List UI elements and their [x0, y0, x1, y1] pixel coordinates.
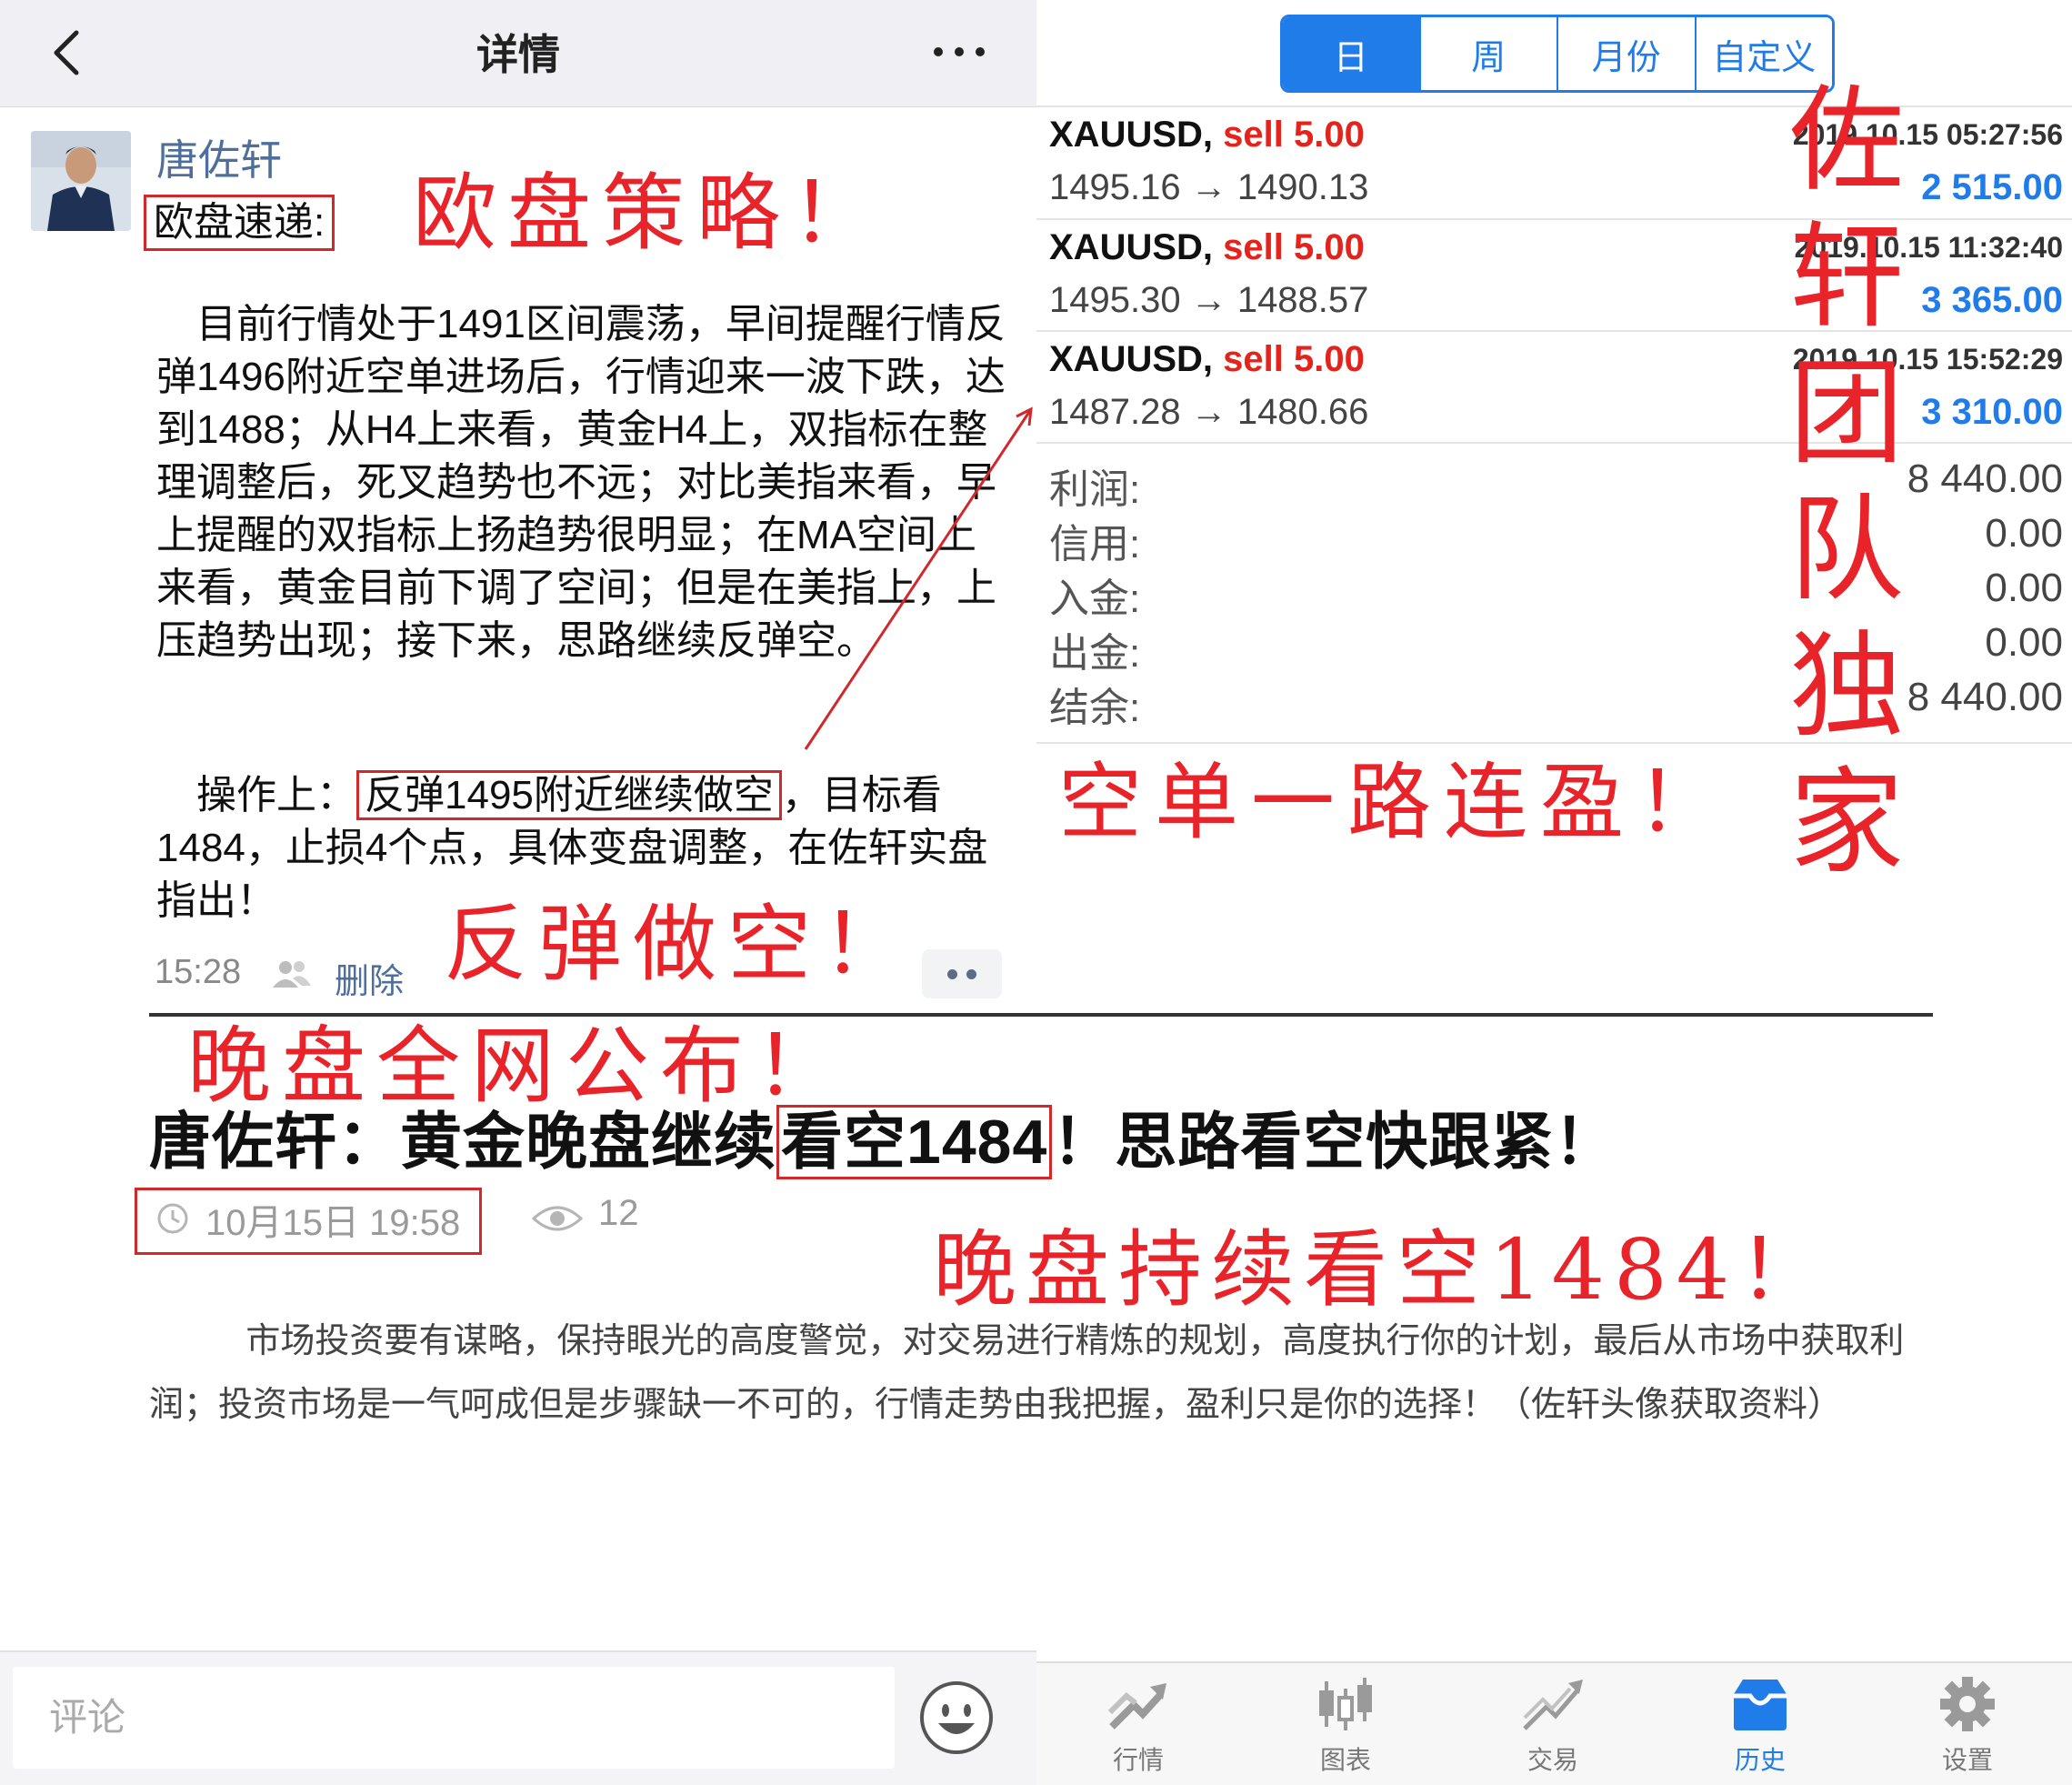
nav-bar: 详情: [0, 0, 1036, 107]
tab-label: 交易: [1526, 1746, 1578, 1774]
back-chevron-icon[interactable]: [49, 27, 85, 78]
period-tab-day[interactable]: 日: [1283, 17, 1421, 90]
operation-prefix: 操作上：: [196, 773, 356, 817]
tab-label: 行情: [1112, 1746, 1164, 1774]
tab-history[interactable]: 历史: [1678, 1663, 1842, 1785]
summary-profit: 利润: 8 440.00: [1049, 456, 2063, 512]
avatar[interactable]: [31, 131, 131, 231]
divider: [1036, 330, 2072, 332]
trade-symbol: XAUUSD,: [1049, 115, 1214, 155]
quotes-icon: [1107, 1683, 1166, 1730]
annotation-strategy: 欧盘策略！: [413, 165, 886, 262]
divider: [1036, 218, 2072, 220]
summary-label: 信用:: [1049, 522, 1141, 567]
tab-trade[interactable]: 交易: [1471, 1663, 1635, 1785]
summary-label: 利润:: [1049, 467, 1141, 512]
summary-value: 8 440.00: [1907, 675, 2063, 719]
chart-icon: [1319, 1678, 1372, 1730]
annotation-rebound: 反弹做空！: [444, 896, 917, 993]
divider: [1036, 105, 2072, 107]
bottom-tab-bar: 行情 图表 交易 历史 设置: [1036, 1661, 2072, 1785]
comment-input[interactable]: 评论: [13, 1667, 895, 1769]
trade-profit: 2 515.00: [1921, 167, 2063, 207]
trade-row[interactable]: XAUUSD, sell 5.00 2019.10.15 05:27:56 14…: [1049, 111, 2063, 222]
trade-profit: 3 310.00: [1921, 392, 2063, 432]
summary-withdrawal: 出金: 0.00: [1049, 620, 2063, 676]
summary-value: 0.00: [1985, 620, 2063, 665]
eye-icon: [531, 1206, 584, 1231]
summary-label: 出金:: [1049, 631, 1141, 676]
trade-symbol: XAUUSD,: [1049, 339, 1214, 379]
page-title: 详情: [476, 31, 560, 78]
divider: [1036, 442, 2072, 444]
trade-profit: 3 365.00: [1921, 280, 2063, 320]
dot-icon: [947, 969, 957, 979]
trade-row[interactable]: XAUUSD, sell 5.00 2019.10.15 11:32:40 14…: [1049, 224, 2063, 335]
trade-symbol: XAUUSD,: [1049, 227, 1214, 267]
trade-prices: 1487.28 → 1480.66: [1049, 392, 1369, 432]
pointer-arrow-icon: [804, 406, 1033, 750]
tab-label: 历史: [1734, 1746, 1786, 1774]
tab-label: 图表: [1319, 1746, 1371, 1774]
tab-label: 设置: [1941, 1746, 1993, 1774]
trade-side: sell 5.00: [1223, 227, 1365, 267]
annotation-published: 晚盘全网公布！: [187, 1018, 850, 1115]
summary-value: 0.00: [1985, 511, 2063, 556]
author-name[interactable]: 唐佐轩: [156, 127, 282, 187]
emoji-icon[interactable]: [918, 1680, 995, 1756]
tab-quotes[interactable]: 行情: [1056, 1663, 1220, 1785]
annotation-evening: 晚盘持续看空1484！: [933, 1221, 1832, 1319]
annotation-team: 佐轩团队独家: [1789, 74, 1904, 889]
annotation-shorts: 空单一路连盈！: [1058, 754, 1734, 851]
period-tab-week[interactable]: 周: [1420, 17, 1558, 90]
trade-row[interactable]: XAUUSD, sell 5.00 2019.10.15 15:52:29 14…: [1049, 336, 2063, 446]
comment-bar: 评论: [0, 1650, 1036, 1785]
period-selector: 日 周 月份 自定义: [1280, 15, 1835, 93]
article-views: 12: [598, 1193, 639, 1233]
summary-label: 结余:: [1049, 686, 1141, 730]
post-time: 15:28: [155, 953, 242, 991]
people-icon: [273, 961, 311, 988]
trade-history-panel: 日 周 月份 自定义 XAUUSD, sell 5.00 2019.10.15 …: [1036, 0, 2072, 1018]
summary-credit: 信用: 0.00: [1049, 511, 2063, 567]
delete-link[interactable]: 删除: [335, 953, 404, 1003]
period-tab-month[interactable]: 月份: [1558, 17, 1697, 90]
tab-settings[interactable]: 设置: [1886, 1663, 2049, 1785]
more-dots-icon[interactable]: [927, 29, 991, 75]
settings-icon: [1940, 1677, 1995, 1731]
comment-more-button[interactable]: [922, 949, 1002, 998]
article-title-end: ！思路看空快跟紧！: [1052, 1108, 1617, 1177]
trade-prices: 1495.16 → 1490.13: [1049, 167, 1369, 207]
article-date: 10月15日 19:58: [205, 1203, 461, 1243]
summary-value: 0.00: [1985, 566, 2063, 610]
history-icon: [1734, 1680, 1787, 1730]
summary-value: 8 440.00: [1907, 456, 2063, 501]
operation-highlight: 反弹1495附近继续做空: [356, 770, 782, 820]
post-subtitle: 欧盘速递:: [144, 195, 335, 251]
trade-prices: 1495.30 → 1488.57: [1049, 280, 1369, 320]
trade-icon: [1523, 1680, 1583, 1730]
trade-side: sell 5.00: [1223, 115, 1365, 155]
clock-icon: [157, 1203, 188, 1234]
summary-balance: 结余: 8 440.00: [1049, 675, 2063, 730]
article-paragraph: 市场投资要有谋略，保持眼光的高度警觉，对交易进行精炼的规划，高度执行你的计划，最…: [149, 1322, 1905, 1424]
trade-side: sell 5.00: [1223, 339, 1365, 379]
dot-icon: [966, 969, 976, 979]
summary-deposit: 入金: 0.00: [1049, 566, 2063, 621]
tab-chart[interactable]: 图表: [1264, 1663, 1427, 1785]
article-body: 市场投资要有谋略，保持眼光的高度警觉，对交易进行精炼的规划，高度执行你的计划，最…: [149, 1309, 1958, 1437]
summary-label: 入金:: [1049, 577, 1141, 621]
